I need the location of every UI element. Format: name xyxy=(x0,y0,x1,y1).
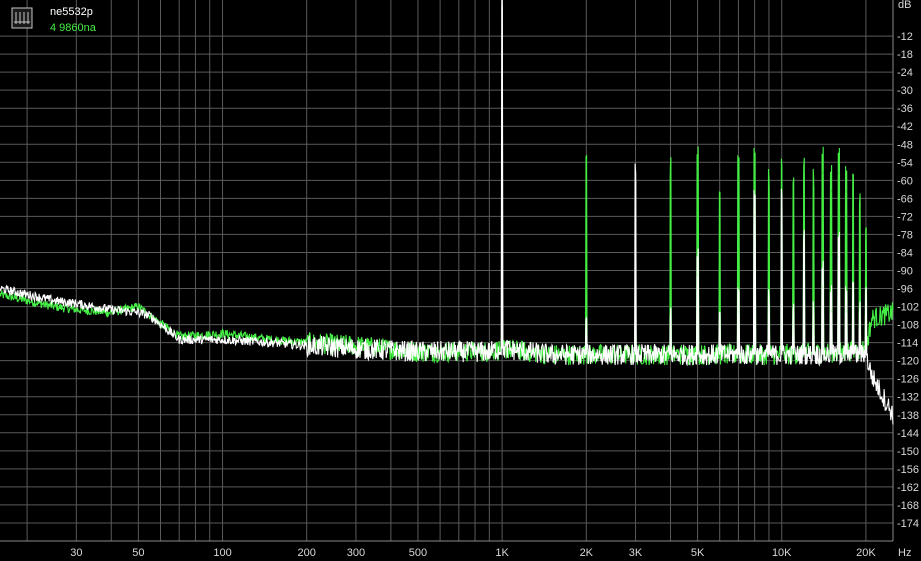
x-tick-label: 300 xyxy=(347,547,365,559)
y-tick-label: -24 xyxy=(897,67,913,79)
y-tick-label: -90 xyxy=(897,266,913,278)
y-tick-label: -60 xyxy=(897,175,913,187)
y-tick-label: -72 xyxy=(897,211,913,223)
legend-series-1: ne5532p xyxy=(50,6,93,18)
y-tick-label: -108 xyxy=(897,320,919,332)
y-tick-label: -96 xyxy=(897,284,913,296)
x-tick-label: 20K xyxy=(856,547,876,559)
x-tick-label: 2K xyxy=(580,547,594,559)
y-tick-label: -48 xyxy=(897,139,913,151)
y-tick-label: -66 xyxy=(897,193,913,205)
x-tick-label: 10K xyxy=(772,547,792,559)
y-tick-label: -42 xyxy=(897,121,913,133)
y-tick-label: -18 xyxy=(897,49,913,61)
x-tick-label: 50 xyxy=(132,547,144,559)
legend-icon xyxy=(11,7,33,29)
y-tick-label: -156 xyxy=(897,464,919,476)
y-tick-label: -144 xyxy=(897,428,919,440)
y-tick-label: -30 xyxy=(897,85,913,97)
y-tick-label: -126 xyxy=(897,374,919,386)
y-tick-label: -114 xyxy=(897,338,918,350)
y-tick-label: -174 xyxy=(897,518,919,530)
x-tick-label: 500 xyxy=(409,547,427,559)
x-axis-label: Hz xyxy=(898,547,911,559)
y-tick-label: -84 xyxy=(897,247,913,259)
x-tick-label: 1K xyxy=(495,547,509,559)
y-tick-label: -78 xyxy=(897,229,913,241)
y-tick-label: -162 xyxy=(897,482,919,494)
x-tick-label: 3K xyxy=(629,547,643,559)
x-tick-label: 5K xyxy=(691,547,705,559)
y-tick-label: -120 xyxy=(897,356,919,368)
y-tick-label: -168 xyxy=(897,500,919,512)
y-tick-label: -138 xyxy=(897,410,919,422)
x-tick-label: 200 xyxy=(298,547,316,559)
spectrum-chart: dB -12 -18 -24 -30 -36 -42 -48 -54 -60 -66 -72 -78 -… xyxy=(0,0,921,561)
legend-series-2: 4 9860na xyxy=(50,22,97,34)
x-tick-label: 100 xyxy=(213,547,231,559)
y-tick-label: -54 xyxy=(897,157,913,169)
x-tick-label: 30 xyxy=(70,547,82,559)
y-tick-label: -36 xyxy=(897,103,913,115)
y-tick-label: -150 xyxy=(897,446,919,458)
y-tick-label: -132 xyxy=(897,392,919,404)
y-axis-label: dB xyxy=(898,0,911,11)
y-tick-label: -102 xyxy=(897,302,919,314)
y-tick-label: -12 xyxy=(897,31,913,43)
